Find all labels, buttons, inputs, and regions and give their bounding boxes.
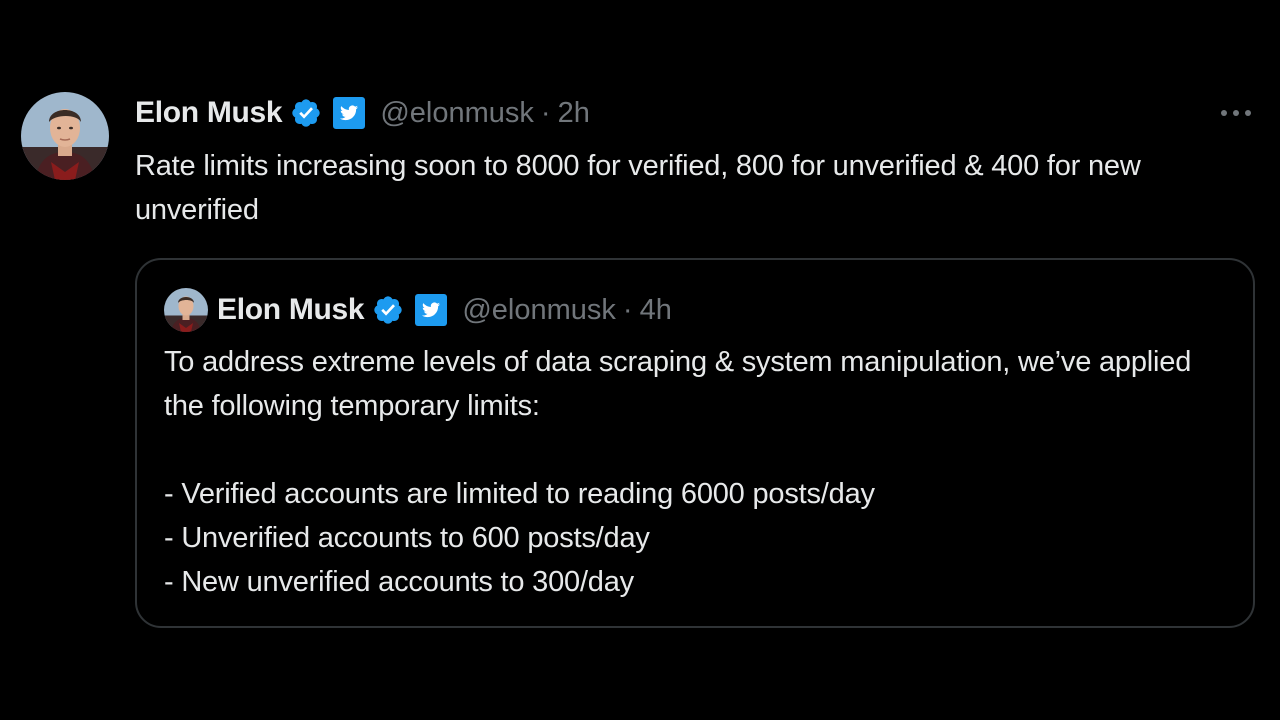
quoted-tweet-text: To address extreme levels of data scrapi…: [164, 340, 1234, 604]
limit-line: - New unverified accounts to 300/day: [164, 566, 634, 598]
tweet: Elon Musk @elonmusk · 2h Rate limits inc…: [0, 0, 1280, 720]
limit-line: - Unverified accounts to 600 posts/day: [164, 522, 650, 554]
avatar-image: [21, 92, 109, 180]
author-name[interactable]: Elon Musk: [135, 96, 283, 130]
tweet-text: Rate limits increasing soon to 8000 for …: [135, 150, 1141, 226]
quoted-paragraph: To address extreme levels of data scrapi…: [164, 346, 1192, 422]
more-horizontal-icon[interactable]: [1218, 102, 1254, 124]
limit-line: - Verified accounts are limited to readi…: [164, 478, 875, 510]
separator-dot: ·: [622, 293, 633, 326]
author-avatar[interactable]: [21, 92, 109, 180]
author-handle[interactable]: @elonmusk: [380, 97, 534, 130]
quoted-author-name[interactable]: Elon Musk: [217, 293, 365, 327]
separator-dot: ·: [540, 96, 551, 129]
verified-badge-icon[interactable]: [372, 294, 404, 326]
quoted-avatar-image: [164, 288, 208, 332]
quoted-author-handle[interactable]: @elonmusk: [462, 294, 616, 327]
tweet-timestamp[interactable]: 2h: [558, 97, 590, 130]
quoted-tweet-timestamp[interactable]: 4h: [640, 294, 672, 327]
quoted-tweet-header: Elon Musk @elonmusk · 4h: [164, 288, 672, 332]
quoted-author-avatar[interactable]: [164, 288, 208, 332]
verified-badge-icon[interactable]: [290, 97, 322, 129]
tweet-header: Elon Musk @elonmusk · 2h: [135, 93, 590, 133]
quoted-tweet[interactable]: Elon Musk @elonmusk · 4h To address extr…: [135, 258, 1255, 628]
twitter-bird-icon[interactable]: [332, 96, 366, 130]
twitter-bird-icon[interactable]: [414, 293, 448, 327]
